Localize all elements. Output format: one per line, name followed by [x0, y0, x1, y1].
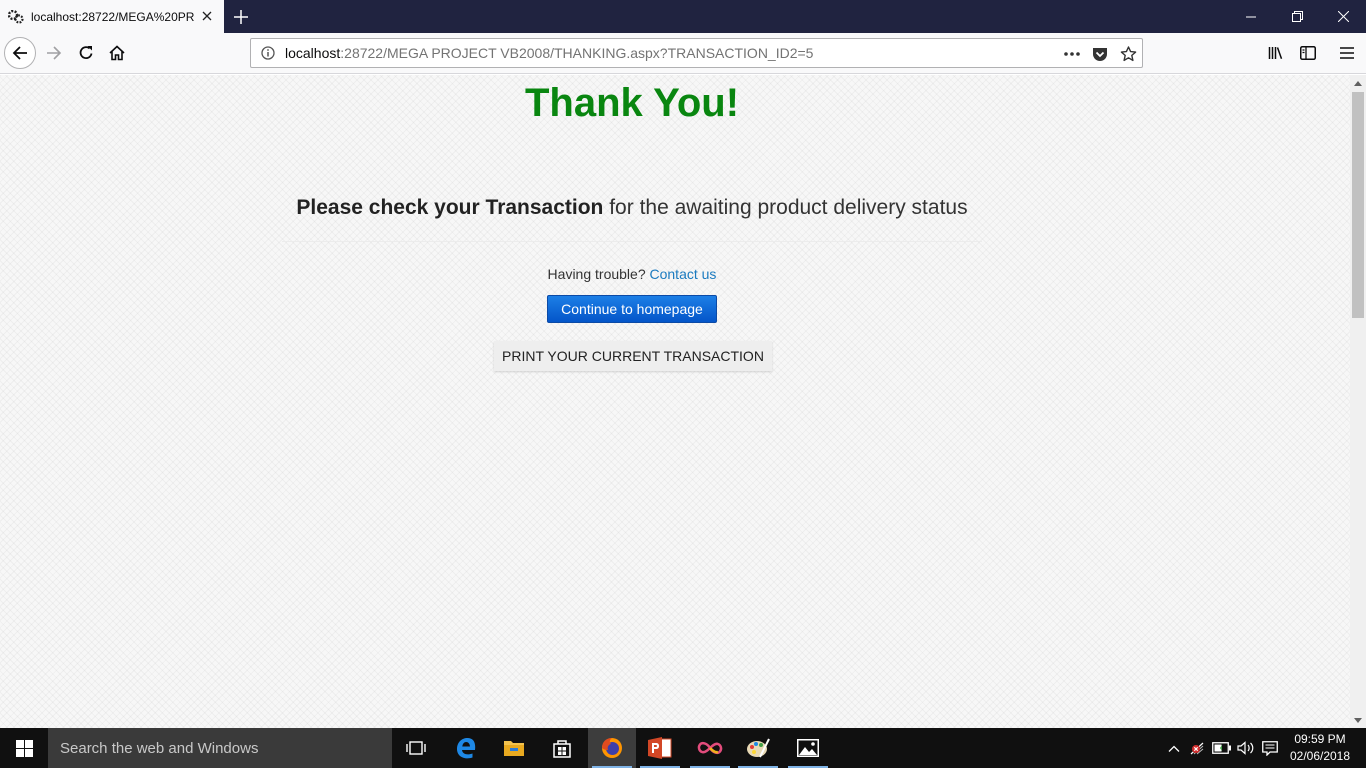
browser-tab[interactable]: localhost:28722/MEGA%20PROJECT	[0, 0, 224, 33]
taskbar-search-input[interactable]: Search the web and Windows	[48, 728, 392, 768]
url-text[interactable]: localhost:28722/MEGA PROJECT VB2008/THAN…	[285, 45, 813, 61]
task-view-icon[interactable]	[392, 728, 440, 768]
forward-icon[interactable]	[38, 37, 70, 69]
menu-icon[interactable]	[1331, 37, 1363, 69]
status-message-bold: Please check your Transaction	[296, 196, 604, 219]
system-clock[interactable]: 09:59 PM 02/06/2018	[1282, 731, 1358, 765]
status-message: Please check your Transaction for the aw…	[0, 196, 1264, 220]
url-path: :28722/MEGA PROJECT VB2008/THANKING.aspx…	[340, 45, 814, 61]
powerpoint-icon[interactable]	[636, 728, 684, 768]
divider	[282, 241, 982, 242]
back-icon[interactable]	[4, 37, 36, 69]
scroll-down-icon[interactable]	[1350, 712, 1366, 728]
close-window-icon[interactable]	[1320, 0, 1366, 33]
print-transaction-button[interactable]: PRINT YOUR CURRENT TRANSACTION	[494, 341, 772, 371]
page-viewport: Thank You! Please check your Transaction…	[0, 75, 1350, 728]
home-icon[interactable]	[101, 37, 133, 69]
edge-browser-icon[interactable]	[442, 728, 490, 768]
new-tab-icon[interactable]	[228, 4, 254, 30]
windows-start-icon[interactable]	[0, 728, 48, 768]
firefox-icon[interactable]	[588, 728, 636, 768]
vertical-scrollbar[interactable]	[1350, 75, 1366, 728]
reload-icon[interactable]	[70, 37, 102, 69]
page-title: Thank You!	[524, 81, 740, 125]
show-hidden-icons-icon[interactable]	[1164, 728, 1184, 768]
scroll-thumb[interactable]	[1352, 92, 1364, 318]
pocket-icon[interactable]	[1091, 45, 1109, 63]
gear-favicon-icon	[8, 9, 24, 25]
close-tab-icon[interactable]	[199, 8, 215, 24]
tab-title: localhost:28722/MEGA%20PROJECT	[31, 9, 195, 24]
no-network-icon[interactable]	[1187, 728, 1209, 768]
tab-strip: localhost:28722/MEGA%20PROJECT	[0, 0, 1366, 33]
library-icon[interactable]	[1260, 37, 1292, 69]
file-explorer-icon[interactable]	[490, 728, 538, 768]
continue-to-homepage-button[interactable]: Continue to homepage	[547, 295, 717, 323]
store-icon[interactable]	[538, 728, 586, 768]
clock-date: 02/06/2018	[1289, 749, 1351, 763]
volume-icon[interactable]	[1235, 728, 1257, 768]
url-host: localhost	[285, 45, 341, 61]
action-center-icon[interactable]	[1259, 728, 1281, 768]
taskbar-search-placeholder: Search the web and Windows	[60, 739, 259, 757]
page-actions-icon[interactable]	[1063, 45, 1081, 63]
sidebar-icon[interactable]	[1292, 37, 1324, 69]
info-icon[interactable]	[260, 45, 276, 61]
scroll-up-icon[interactable]	[1350, 75, 1366, 91]
restore-icon[interactable]	[1274, 0, 1320, 33]
address-bar[interactable]: localhost:28722/MEGA PROJECT VB2008/THAN…	[250, 38, 1143, 68]
photos-icon[interactable]	[784, 728, 832, 768]
trouble-text: Having trouble?	[547, 266, 650, 282]
bookmark-star-icon[interactable]	[1119, 45, 1137, 63]
contact-us-link[interactable]: Contact us	[650, 266, 717, 282]
minimize-icon[interactable]	[1228, 0, 1274, 33]
battery-icon[interactable]	[1211, 728, 1233, 768]
clock-time: 09:59 PM	[1294, 732, 1346, 746]
paint-icon[interactable]	[734, 728, 782, 768]
infinity-app-icon[interactable]	[686, 728, 734, 768]
navigation-bar: localhost:28722/MEGA PROJECT VB2008/THAN…	[0, 33, 1366, 74]
taskbar: Search the web and Windows 09:59 PM 02/0…	[0, 728, 1366, 768]
trouble-line: Having trouble? Contact us	[0, 266, 1264, 282]
status-message-rest: for the awaiting product delivery status	[603, 196, 968, 219]
